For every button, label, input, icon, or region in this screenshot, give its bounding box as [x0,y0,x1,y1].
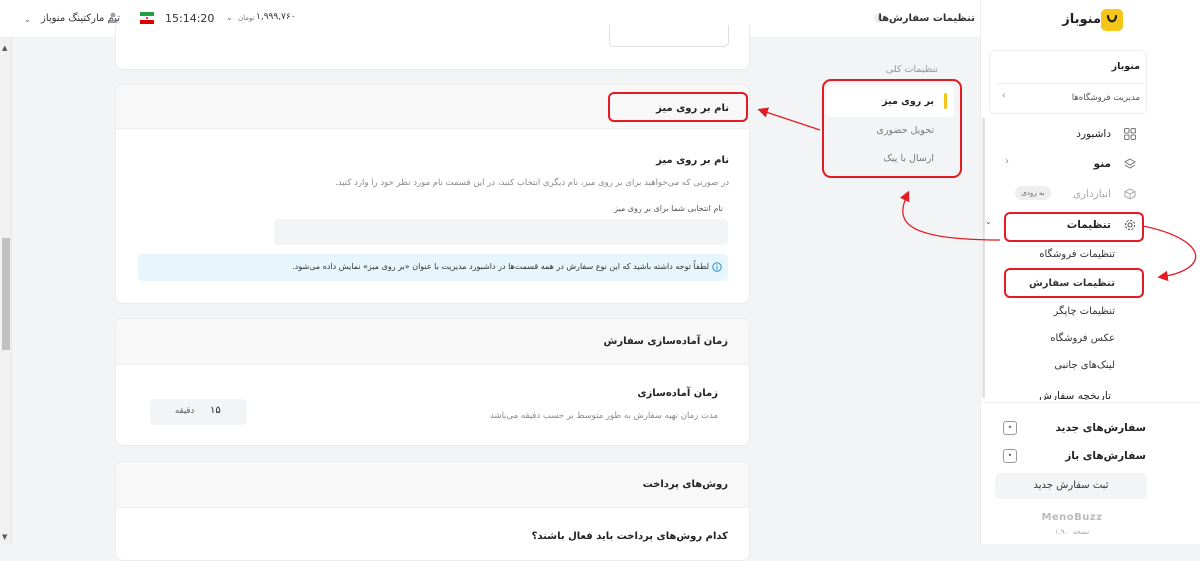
clock-time: 15:14:20 [165,12,215,25]
currency-label: تومان [238,14,255,22]
nav-order-history[interactable]: تاریخچه سفارش [985,390,1145,400]
nav-label: منو [1093,158,1111,170]
chevron-down-icon: ⌄ [985,217,992,226]
table-name-input[interactable] [274,219,728,245]
nav-menu[interactable]: › منو [985,152,1145,174]
section-description: در صورتی که می‌خواهید برای بر روی میز، ن… [335,178,729,188]
annotation-box-settings [1004,212,1144,242]
payment-methods-card: روش‌های پرداخت کدام روش‌های پرداخت باید … [115,461,750,561]
balance-value: ۱,۹۹۹,۷۶۰ [256,12,296,22]
open-orders-label: سفارش‌های باز [1065,450,1146,462]
dashboard-icon [1124,128,1136,143]
brand[interactable]: منوباز [1059,9,1101,31]
annotation-box-order-settings [1004,268,1144,298]
chevron-down-icon: ⌄ [24,15,31,24]
nav-label: تاریخچه سفارش [1039,390,1111,400]
nav-sub-printer-settings[interactable]: تنظیمات چاپگر [995,306,1116,317]
store-name: منوباز [1111,61,1140,72]
divider [996,83,1142,84]
divider [981,402,1200,403]
sidebar: منوباز منوباز مدیریت فروشگاه‌ها ‹ داشبور… [980,0,1200,544]
store-manage-link: مدیریت فروشگاه‌ها [1071,93,1140,103]
nav-label: داشبورد [1076,128,1111,140]
store-selector[interactable]: منوباز مدیریت فروشگاه‌ها ‹ [989,50,1147,114]
chevron-left-icon: ‹ [1002,91,1006,101]
card-title: زمان آماده‌سازی سفارش [603,336,728,347]
previous-input[interactable] [609,25,729,47]
field-title: زمان آماده‌سازی [637,388,718,399]
version-label: نسخه ۱.۹.۰ [1054,528,1090,536]
new-orders-label: سفارش‌های جدید [1055,422,1146,434]
new-order-button[interactable]: ثبت سفارش جدید [995,473,1147,499]
box-icon [1124,188,1136,203]
layers-icon [1124,158,1136,173]
section-title: نام بر روی میز [656,155,729,166]
prep-time-value: ۱۵ [210,405,221,416]
unit-label: دقیقه [175,406,195,416]
count-box-icon: • [1003,449,1017,463]
payment-question: کدام روش‌های پرداخت باید فعال باشند؟ [531,531,728,542]
chevron-down-icon: ⌄ [226,13,233,22]
info-circle-icon [712,262,722,272]
footer-logo: MenoBuzz [1041,512,1103,523]
coming-soon-badge: به زودی [1015,186,1051,200]
nav-sub-store-settings[interactable]: تنظیمات فروشگاه [995,249,1115,260]
input-label: نام انتخابی شما برای بر روی میز [614,204,723,213]
user-icon [108,12,118,23]
nav-inventory: به زودی انبارداری [985,182,1145,204]
page-title: تنظیمات سفارش‌ها [878,13,975,24]
notice-text: لطفاً توجه داشته باشید که این نوع سفارش … [292,262,709,271]
general-settings-heading: تنظیمات کلی [885,64,938,75]
scroll-down-icon[interactable]: ▼ [2,533,7,541]
scrollbar[interactable]: ▲ ▼ [0,38,12,544]
new-orders-row[interactable]: • سفارش‌های جدید [1001,418,1146,438]
nav-sub-store-photo[interactable]: عکس فروشگاه [995,333,1115,344]
card-title: روش‌های پرداخت [642,479,728,490]
scroll-up-icon[interactable]: ▲ [2,44,7,52]
prep-time-card: زمان آماده‌سازی سفارش زمان آماده‌سازی مد… [115,318,750,446]
menobuzz-logo-icon [1101,9,1123,31]
nav-label: انبارداری [1072,188,1111,200]
scrollbar-thumb[interactable] [2,238,10,350]
nav-sub-side-links[interactable]: لینک‌های جانبی [995,360,1115,371]
brand-name: منوباز [1062,12,1101,27]
notice-banner: لطفاً توجه داشته باشید که این نوع سفارش … [138,254,728,281]
field-description: مدت زمان تهیه سفارش به طور متوسط بر حسب … [490,411,718,421]
nav-scroll-area[interactable]: داشبورد › منو به زودی انبارداری ⌄ تنظیما… [982,118,1147,400]
new-order-button-label: ثبت سفارش جدید [1033,480,1109,491]
nav-dashboard[interactable]: داشبورد [985,122,1145,144]
annotation-box-general-settings [822,79,962,178]
count-box-icon: • [1003,421,1017,435]
open-orders-row[interactable]: • سفارش‌های باز [1001,446,1146,466]
iran-flag-icon [140,12,154,24]
annotation-box-card-title [608,92,748,122]
arrow-to-card-title [757,107,821,131]
prep-time-input[interactable]: دقیقه ۱۵ [150,399,247,425]
previous-card [115,25,750,70]
